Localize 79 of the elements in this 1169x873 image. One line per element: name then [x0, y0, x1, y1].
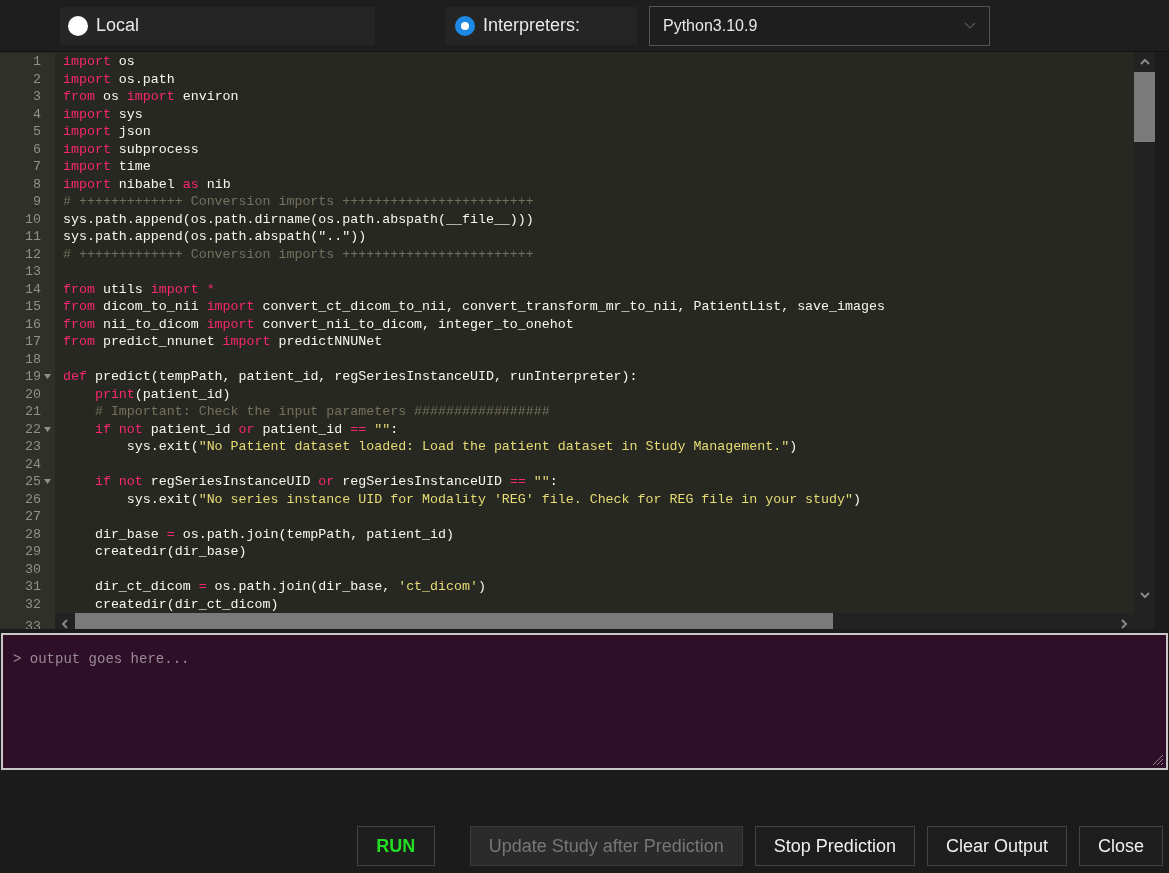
code-line: import subprocess: [63, 141, 199, 157]
chevron-down-icon: [964, 22, 976, 29]
run-button[interactable]: RUN: [356, 826, 435, 866]
radio-label: Interpreters:: [483, 14, 581, 37]
line-number: 13: [25, 263, 41, 281]
line-number: 28: [25, 525, 41, 543]
line-number: 16: [25, 315, 41, 333]
action-button[interactable]: Clear Output: [926, 826, 1067, 866]
code-line: dir_ct_dicom = os.path.join(dir_base, 'ct_dicom'): [93, 579, 486, 594]
code-line: import os.path: [63, 71, 175, 87]
scrollbar-thumb[interactable]: [1134, 72, 1155, 142]
output-field[interactable]: > output goes here...: [1, 633, 1168, 770]
code-line: dir_base = os.path.join(tempPath, patient_id): [93, 526, 454, 542]
code-line: sys.exit("No Patient dataset loaded: Load the patient dataset in Study Management."): [125, 439, 798, 454]
line-number: 21: [25, 403, 41, 421]
line-number: 8: [33, 175, 41, 193]
line-number: 25: [25, 473, 41, 491]
code-line: import json: [63, 124, 151, 139]
line-number: 31: [25, 578, 41, 596]
line-number: 5: [33, 123, 41, 141]
fold-caret-icon[interactable]: [43, 479, 51, 485]
line-number: 24: [25, 455, 41, 473]
line-number: 30: [25, 560, 41, 578]
action-button[interactable]: Close: [1078, 826, 1163, 866]
line-number: 17: [25, 333, 41, 351]
code-line: sys.exit("No series instance UID for Modality 'REG' file. Check for REG file in your study"): [125, 491, 861, 507]
line-number: 26: [25, 490, 41, 508]
line-number: 10: [25, 210, 41, 228]
code-line: from predict_nnunet import predictNNUNet: [63, 334, 383, 349]
code-line: createdir(dir_ct_dicom): [93, 596, 279, 612]
line-number: 9: [33, 193, 41, 211]
horizontal-scrollbar[interactable]: [55, 613, 1134, 629]
code-line: def predict(tempPath, patient_id, regSeriesInstanceUID, runInterpreter):: [63, 369, 638, 384]
code-line: createdir(dir_base): [93, 544, 247, 559]
resize-handle-icon[interactable]: [1150, 752, 1164, 766]
code-line: import nibabel as nib: [63, 176, 231, 192]
code-line: if not patient_id or patient_id == "":: [93, 421, 399, 437]
radio-button[interactable]: [68, 15, 88, 36]
code-line: # Important: Check the input parameters #################: [93, 404, 550, 419]
line-number: 22: [25, 420, 41, 438]
line-number: 20: [25, 385, 41, 403]
code-line: import time: [63, 159, 151, 174]
fold-caret-icon[interactable]: [43, 426, 51, 432]
line-number: 15: [25, 298, 41, 316]
line-number: 4: [33, 105, 41, 123]
line-number: 12: [25, 245, 41, 263]
fold-caret-icon[interactable]: [43, 374, 51, 380]
line-number: 27: [25, 508, 41, 526]
line-number: 23: [25, 438, 41, 456]
code-line: from dicom_to_nii import convert_ct_dicom_to_nii, convert_transform_mr_to_nii, PatientList, save_images: [63, 299, 885, 314]
line-number: 6: [33, 140, 41, 158]
code-line: import sys: [63, 106, 143, 122]
line-number: 29: [25, 543, 41, 561]
code-line: print(patient_id): [93, 386, 231, 402]
chevron-down-icon[interactable]: [1138, 589, 1151, 601]
code-line: if not regSeriesInstanceUID or regSeriesInstanceUID == "":: [93, 474, 558, 489]
line-number: 32: [25, 595, 41, 613]
line-number: 14: [25, 280, 41, 298]
scrollbar-thumb[interactable]: [75, 613, 833, 629]
action-button[interactable]: Stop Prediction: [754, 826, 915, 866]
vertical-scrollbar[interactable]: [1134, 52, 1155, 629]
line-number: 3: [33, 88, 41, 106]
code-line: # +++++++++++++ Conversion imports ++++++++++++++++++++++++: [63, 246, 534, 262]
line-number: 7: [33, 158, 41, 176]
code-line: sys.path.append(os.path.abspath("..")): [63, 229, 367, 244]
code-line: sys.path.append(os.path.dirname(os.path.abspath(__file__))): [63, 211, 534, 227]
code-line: from os import environ: [63, 89, 239, 104]
line-number: 11: [25, 228, 41, 246]
line-number: 19: [25, 368, 41, 386]
code-line: from utils import *: [63, 281, 215, 297]
code-line: from nii_to_dicom import convert_nii_to_dicom, integer_to_onehot: [63, 316, 574, 332]
interpreter-select[interactable]: Python3.10.9: [649, 5, 990, 46]
line-number: 2: [33, 70, 41, 88]
radio-label: Local: [96, 14, 140, 37]
line-number: 1: [33, 53, 41, 71]
line-number: 18: [25, 350, 41, 368]
radio-button[interactable]: [455, 15, 475, 36]
code-line: import os: [63, 54, 135, 69]
code-line: # +++++++++++++ Conversion imports ++++++++++++++++++++++++: [63, 194, 534, 209]
